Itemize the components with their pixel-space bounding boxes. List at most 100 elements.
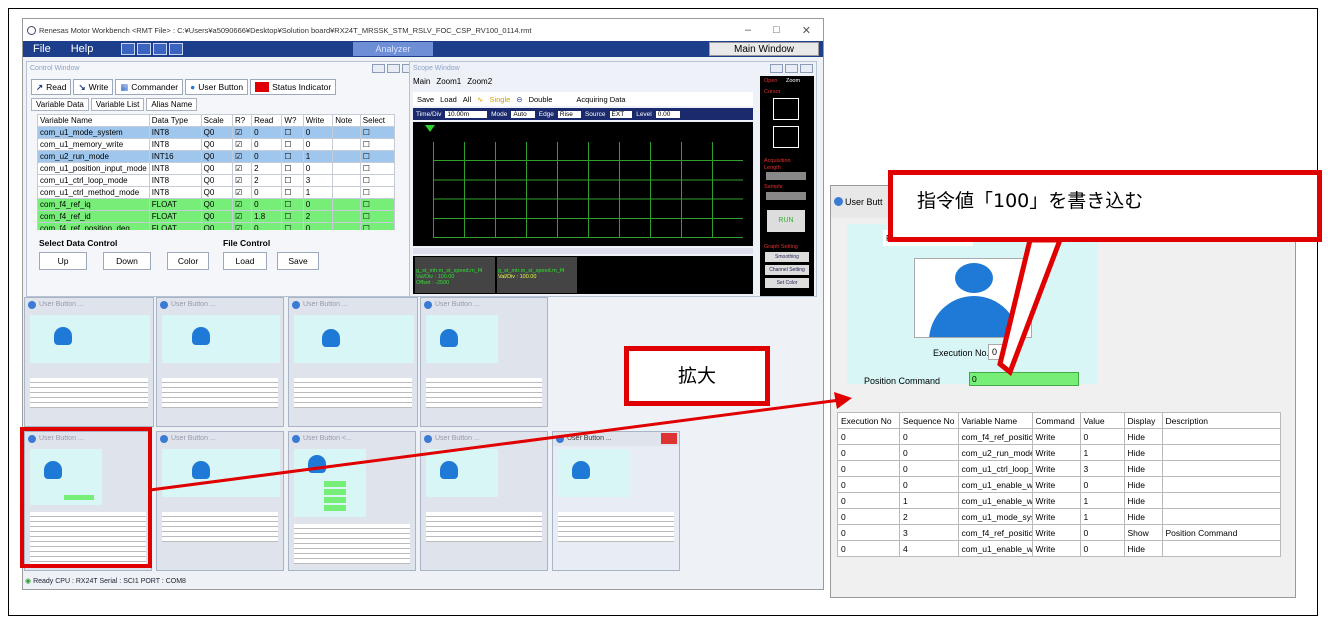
w-checkbox[interactable]: ☐ (281, 174, 304, 187)
length-input[interactable] (766, 172, 806, 180)
save-button[interactable]: Save (277, 252, 319, 270)
cell-write[interactable]: 1 (302, 150, 334, 163)
user-button-window[interactable]: User Button ... (156, 297, 284, 427)
cursor-button[interactable] (773, 98, 799, 120)
table-row[interactable]: 0 0 com_u1_enable_w Write 0 Hide (837, 476, 1281, 493)
w-checkbox[interactable]: ☐ (281, 198, 304, 211)
menu-help[interactable]: Help (61, 43, 104, 55)
table-row[interactable]: 0 1 com_u1_enable_w Write 1 Hide (837, 492, 1281, 509)
cell-write[interactable]: 3 (302, 174, 334, 187)
cell-write[interactable]: 0 (302, 198, 334, 211)
tab-variable-data[interactable]: Variable Data (31, 98, 89, 111)
analyzer-tab[interactable]: Analyzer (353, 42, 433, 56)
w-checkbox[interactable]: ☐ (281, 138, 304, 151)
user-button-image[interactable] (914, 258, 1032, 338)
user-button-window[interactable]: User Button ... (24, 297, 154, 427)
close-icon[interactable] (800, 64, 813, 73)
table-row[interactable]: 0 0 com_u2_run_mode Write 1 Hide (837, 444, 1281, 461)
user-button-window[interactable]: User Button ... (156, 431, 284, 571)
select-checkbox[interactable]: ☐ (359, 150, 395, 163)
w-checkbox[interactable]: ☐ (281, 222, 304, 230)
tab-alias-name[interactable]: Alias Name (146, 98, 198, 111)
cell-write[interactable]: 0 (302, 126, 334, 139)
sample-input[interactable] (766, 192, 806, 200)
tab-zoom2[interactable]: Zoom2 (467, 77, 492, 86)
select-checkbox[interactable]: ☐ (359, 186, 395, 199)
r-checkbox[interactable]: ☑ (232, 222, 253, 230)
user-button-window[interactable]: User Button ... (552, 431, 680, 571)
layout-3-icon[interactable] (153, 43, 168, 55)
tab-variable-list[interactable]: Variable List (90, 98, 145, 111)
table-row[interactable]: com_f4_ref_position_deg FLOAT Q0 ☑ 0 ☐ 0 ☐ (37, 222, 395, 230)
table-row[interactable]: com_u1_mode_system INT8 Q0 ☑ 0 ☐ 0 ☐ (37, 126, 395, 139)
double-button[interactable]: Double (529, 95, 553, 104)
w-checkbox[interactable]: ☐ (281, 162, 304, 175)
table-row[interactable]: com_f4_ref_id FLOAT Q0 ☑ 1.8 ☐ 2 ☐ (37, 210, 395, 223)
select-checkbox[interactable]: ☐ (359, 222, 395, 230)
menu-file[interactable]: File (23, 43, 61, 55)
table-row[interactable]: com_u1_ctrl_loop_mode INT8 Q0 ☑ 2 ☐ 3 ☐ (37, 174, 395, 187)
table-row[interactable]: com_u2_run_mode INT16 Q0 ☑ 0 ☐ 1 ☐ (37, 150, 395, 163)
close-button[interactable]: ✕ (802, 24, 811, 37)
r-checkbox[interactable]: ☑ (232, 138, 253, 151)
main-window-button[interactable]: Main Window (709, 42, 819, 56)
r-checkbox[interactable]: ☑ (232, 150, 253, 163)
read-button[interactable]: ↗ Read (31, 79, 72, 95)
load-button[interactable]: Load (223, 252, 267, 270)
close-red-icon[interactable] (661, 433, 677, 444)
smoothing-button[interactable]: Smoothing (765, 252, 809, 262)
w-checkbox[interactable]: ☐ (281, 210, 304, 223)
scope-all-select[interactable]: All (463, 95, 471, 104)
tab-main[interactable]: Main (413, 77, 430, 86)
user-button-window[interactable]: User Button ... (420, 431, 548, 571)
table-row[interactable]: 0 3 com_f4_ref_positic Write 0 Show Position C… (837, 524, 1281, 541)
user-button-window[interactable]: User Button ... (420, 297, 548, 427)
cell-write[interactable]: 0 (302, 162, 334, 175)
status-indicator-button[interactable]: Status Indicator (250, 79, 337, 95)
edge-select[interactable]: Rise (557, 110, 581, 118)
w-checkbox[interactable]: ☐ (281, 186, 304, 199)
restore-icon[interactable] (387, 64, 400, 73)
channel1-info[interactable]: g_st_mtr.m_st_speed.m_f4 Val/Div : 100.0… (415, 257, 495, 293)
scope-load-button[interactable]: Load (440, 95, 457, 104)
cursor2-button[interactable] (773, 126, 799, 148)
select-checkbox[interactable]: ☐ (359, 174, 395, 187)
restore-icon[interactable] (785, 64, 798, 73)
user-button-button[interactable]: ● User Button (185, 79, 249, 95)
write-button[interactable]: ↘ Write (73, 79, 114, 95)
r-checkbox[interactable]: ☑ (232, 198, 253, 211)
table-row[interactable]: 0 2 com_u1_mode_sys Write 1 Hide (837, 508, 1281, 525)
commander-button[interactable]: ▦ Commander (115, 79, 184, 95)
w-checkbox[interactable]: ☐ (281, 150, 304, 163)
timediv-input[interactable]: 10.00m (445, 110, 488, 118)
table-row[interactable]: com_u1_position_input_mode INT8 Q0 ☑ 2 ☐ 0 ☐ (37, 162, 395, 175)
minimize-button[interactable]: – (745, 24, 751, 37)
user-button-window[interactable]: User Button <... (288, 431, 416, 571)
user-button-window[interactable]: User Button ... (288, 297, 418, 427)
layout-1-icon[interactable] (121, 43, 136, 55)
layout-2-icon[interactable] (137, 43, 152, 55)
source-select[interactable]: EXT (609, 110, 633, 118)
r-checkbox[interactable]: ☑ (232, 186, 253, 199)
cell-write[interactable]: 1 (302, 186, 334, 199)
cell-write[interactable]: 2 (302, 210, 334, 223)
single-button[interactable]: Single (489, 95, 510, 104)
down-button[interactable]: Down (103, 252, 151, 270)
r-checkbox[interactable]: ☑ (232, 162, 253, 175)
r-checkbox[interactable]: ☑ (232, 210, 253, 223)
table-row[interactable]: com_u1_memory_write INT8 Q0 ☑ 0 ☐ 0 ☐ (37, 138, 395, 151)
table-row[interactable]: com_f4_ref_iq FLOAT Q0 ☑ 0 ☐ 0 ☐ (37, 198, 395, 211)
r-checkbox[interactable]: ☑ (232, 126, 253, 139)
select-checkbox[interactable]: ☐ (359, 126, 395, 139)
maximize-button[interactable]: □ (773, 24, 780, 37)
table-row[interactable]: 0 4 com_u1_enable_w Write 0 Hide (837, 540, 1281, 557)
table-row[interactable]: 0 0 com_u1_ctrl_loop_ Write 3 Hide (837, 460, 1281, 477)
mode-select[interactable]: Auto (511, 110, 535, 118)
channel2-info[interactable]: g_st_mtr.m_st_speed.m_f4 Val/Div : 100.0… (497, 257, 577, 293)
set-color-button[interactable]: Set Color (765, 278, 809, 288)
scope-save-button[interactable]: Save (417, 95, 434, 104)
cell-write[interactable]: 0 (302, 222, 334, 230)
table-row[interactable]: 0 0 com_f4_ref_positic Write 0 Hide (837, 428, 1281, 445)
minimize-icon[interactable] (372, 64, 385, 73)
channel-setting-button[interactable]: Channel Setting (765, 265, 809, 275)
